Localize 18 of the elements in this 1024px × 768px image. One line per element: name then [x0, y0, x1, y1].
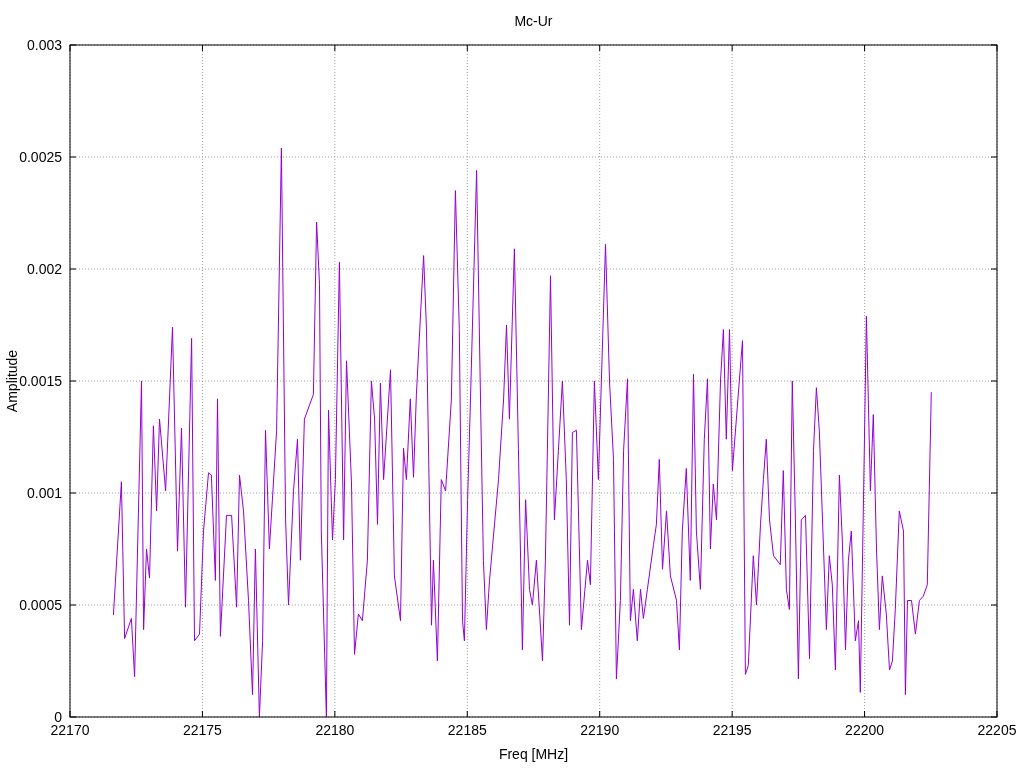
- tick-label: 22205: [977, 722, 1017, 738]
- tick-label: 0.0015: [19, 373, 62, 389]
- tick-label: 0.0005: [19, 597, 62, 613]
- tick-label: 22195: [712, 722, 752, 738]
- tick-label: 22190: [580, 722, 620, 738]
- tick-label: 22175: [182, 722, 222, 738]
- tick-label: 0.001: [26, 485, 62, 501]
- tick-label: 22180: [315, 722, 355, 738]
- tick-label: 22185: [447, 722, 487, 738]
- tick-label: 0.0025: [19, 149, 62, 165]
- tick-label: 0.002: [26, 261, 62, 277]
- chart-title: Mc-Ur: [514, 13, 553, 29]
- axis-label: Freq [MHz]: [498, 746, 569, 762]
- tick-label: 22200: [845, 722, 885, 738]
- tick-label: 0.003: [26, 37, 62, 53]
- tick-label: 22170: [50, 722, 90, 738]
- axis-label: Amplitude: [4, 349, 20, 413]
- tick-label: 0: [54, 709, 62, 725]
